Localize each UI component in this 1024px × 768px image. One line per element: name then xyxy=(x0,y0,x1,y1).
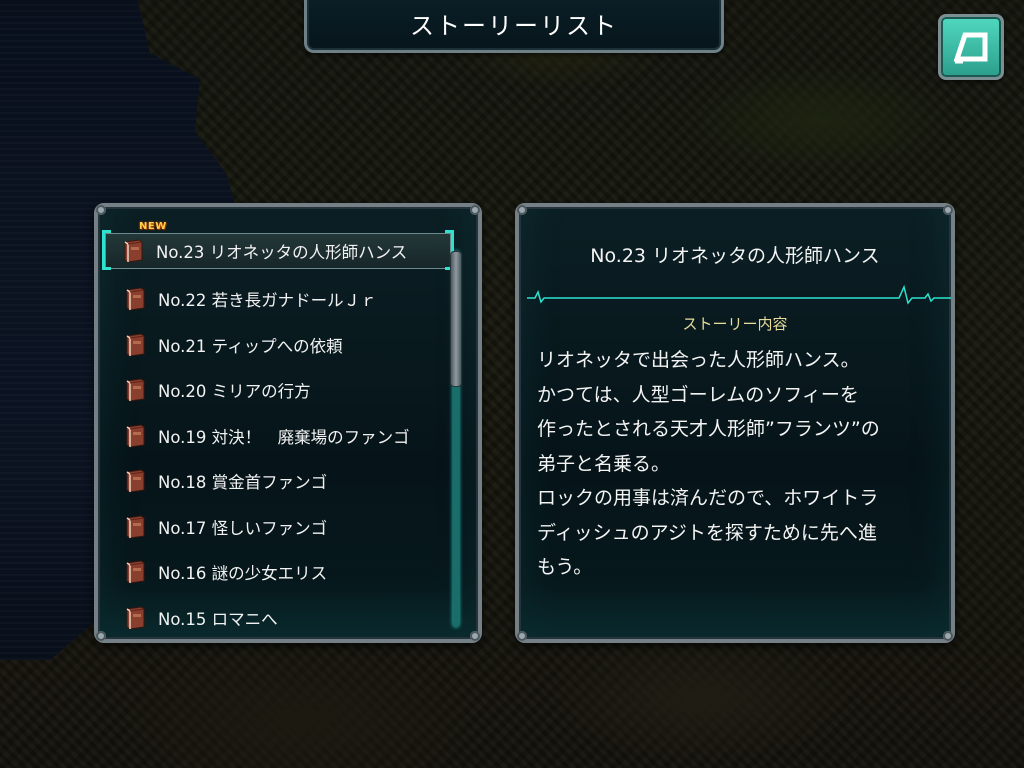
list-item[interactable]: No.16 謎の少女エリス xyxy=(108,550,448,596)
book-icon xyxy=(126,469,145,493)
book-icon xyxy=(126,424,145,448)
list-item[interactable]: No.22 若き長ガナドールＪｒ xyxy=(108,277,448,323)
story-list: NEW No.23 リオネッタの人形師ハンス No.22 若き長ガナドールＪｒ No.… xyxy=(102,221,454,641)
story-detail-title: No.23 リオネッタの人形師ハンス xyxy=(590,245,880,267)
list-item[interactable]: No.19 対決！ 廃棄場のファンゴ xyxy=(108,413,448,459)
book-icon xyxy=(126,560,145,584)
list-item-label: No.19 対決！ 廃棄場のファンゴ xyxy=(158,427,410,447)
scrollbar[interactable] xyxy=(450,251,462,627)
book-icon xyxy=(126,287,145,311)
list-item[interactable]: No.17 怪しいファンゴ xyxy=(108,504,448,550)
list-item[interactable]: No.15 ロマニへ xyxy=(108,595,448,641)
list-item-label: No.23 リオネッタの人形師ハンス xyxy=(156,243,408,262)
list-item[interactable]: No.21 ティップへの依頼 xyxy=(108,322,448,368)
book-icon xyxy=(126,333,145,357)
story-detail-panel: No.23 リオネッタの人形師ハンス ストーリー内容 リオネッタで出会った人形師… xyxy=(515,203,955,643)
book-icon xyxy=(126,378,145,402)
back-arrow-icon xyxy=(953,32,988,64)
story-list-panel: NEW No.23 リオネッタの人形師ハンス No.22 若き長ガナドールＪｒ No.… xyxy=(94,203,482,643)
story-description: リオネッタで出会った人形師ハンス。 かつては、人型ゴーレムのソフィーを 作ったと… xyxy=(537,349,880,578)
scrollbar-thumb[interactable] xyxy=(450,251,462,387)
book-icon xyxy=(126,515,145,539)
list-item-label: No.18 賞金首ファンゴ xyxy=(158,473,328,493)
page-title: ストーリーリスト xyxy=(410,11,618,40)
book-icon xyxy=(126,606,145,630)
list-item-label: No.21 ティップへの依頼 xyxy=(158,336,343,356)
list-item-label: No.15 ロマニへ xyxy=(158,609,278,629)
list-item[interactable]: No.18 賞金首ファンゴ xyxy=(108,459,448,505)
list-item-label: No.20 ミリアの行方 xyxy=(158,382,311,402)
new-badge: NEW xyxy=(139,221,167,232)
story-content-label: ストーリー内容 xyxy=(682,315,788,333)
back-button[interactable] xyxy=(938,14,1004,80)
list-item-label: No.17 怪しいファンゴ xyxy=(158,518,328,538)
book-icon xyxy=(124,239,143,263)
header-bar: ストーリーリスト xyxy=(304,0,724,53)
list-item-label: No.16 謎の少女エリス xyxy=(158,564,328,584)
list-item[interactable]: NEW No.23 リオネッタの人形師ハンス xyxy=(102,221,454,270)
heartbeat-line-icon xyxy=(527,284,951,305)
list-item[interactable]: No.20 ミリアの行方 xyxy=(108,368,448,414)
list-item-label: No.22 若き長ガナドールＪｒ xyxy=(158,291,377,311)
